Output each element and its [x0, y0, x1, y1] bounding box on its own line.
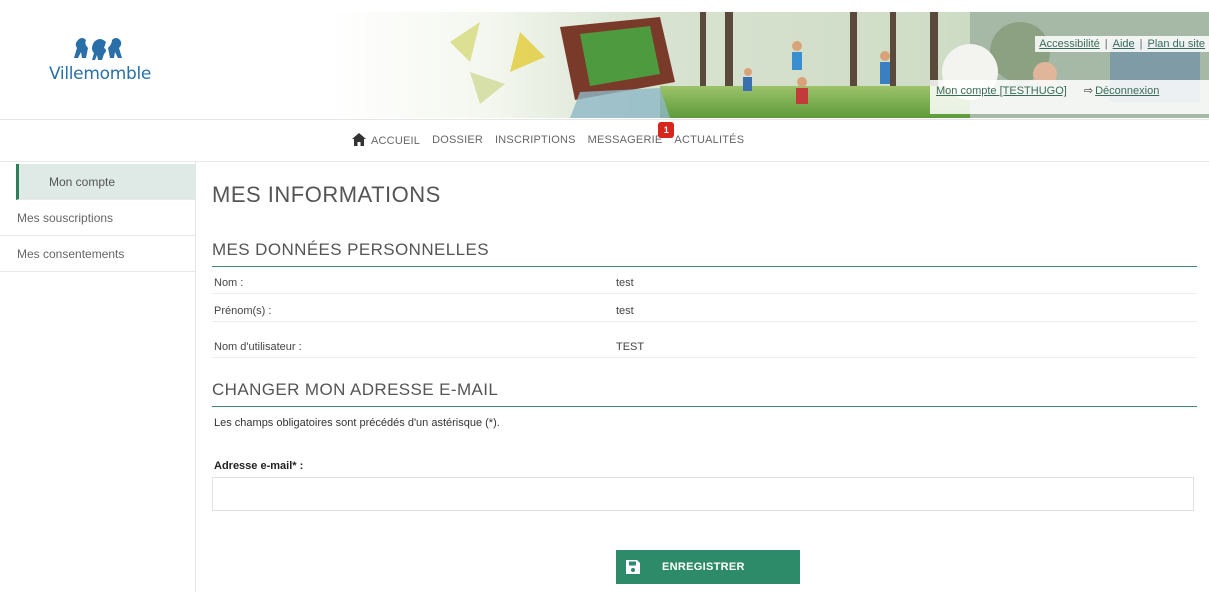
logout-icon: ⇨ [1083, 85, 1094, 97]
sitemap-link[interactable]: Plan du site [1148, 38, 1205, 50]
field-row-username: Nom d'utilisateur : TEST [212, 336, 1197, 358]
account-sidebar: Mon compte Mes souscriptions Mes consent… [0, 162, 196, 592]
required-fields-note: Les champs obligatoires sont précédés d'… [214, 417, 500, 429]
logo-text: Villemomble [48, 64, 152, 84]
sidebar-item-mes-consentements[interactable]: Mes consentements [0, 236, 195, 272]
accessibility-link[interactable]: Accessibilité [1039, 38, 1100, 50]
utility-links: Accessibilité | Aide | Plan du site [1035, 36, 1209, 52]
personal-data-section-title: MES DONNÉES PERSONNELLES [212, 240, 1197, 267]
sidebar-item-mon-compte[interactable]: Mon compte [16, 164, 195, 200]
nav-item-accueil[interactable]: ACCUEIL [352, 133, 420, 147]
logout-wrapper: ⇨ Déconnexion [1084, 85, 1159, 97]
page-title: MES INFORMATIONS [212, 182, 441, 207]
email-label: Adresse e-mail* : [214, 460, 304, 472]
nav-item-messagerie[interactable]: MESSAGERIE 1 [587, 122, 675, 146]
field-label-username: Nom d'utilisateur : [214, 341, 302, 353]
message-count-badge: 1 [658, 122, 675, 138]
nav-item-inscriptions[interactable]: INSCRIPTIONS [495, 134, 576, 146]
main-nav: ACCUEIL DOSSIER INSCRIPTIONS MESSAGERIE … [0, 120, 1209, 162]
email-section-title: CHANGER MON ADRESSE E-MAIL [212, 380, 1197, 407]
save-button-label: ENREGISTRER [662, 561, 745, 573]
field-value-prenom: test [616, 305, 634, 317]
site-logo[interactable]: Villemomble [45, 36, 155, 92]
home-icon [352, 133, 366, 146]
separator: | [1139, 38, 1143, 50]
field-value-nom: test [616, 277, 634, 289]
main-content: MES INFORMATIONS MES DONNÉES PERSONNELLE… [212, 162, 1209, 592]
site-header: Villemomble Accessibilité | Aide | Plan … [0, 0, 1209, 120]
logo-emblem-icon [74, 38, 122, 60]
my-account-link[interactable]: Mon compte [TESTHUGO] [936, 85, 1067, 97]
sidebar-item-mes-souscriptions[interactable]: Mes souscriptions [0, 200, 195, 236]
nav-item-actualites[interactable]: ACTUALITÉS [674, 134, 744, 146]
logout-link[interactable]: Déconnexion [1095, 85, 1159, 97]
nav-item-dossier[interactable]: DOSSIER [432, 134, 483, 146]
nav-items: ACCUEIL DOSSIER INSCRIPTIONS MESSAGERIE … [352, 122, 756, 147]
field-value-username: TEST [616, 341, 645, 353]
email-input[interactable] [212, 477, 1194, 511]
nav-label-messagerie: MESSAGERIE [587, 134, 663, 146]
separator: | [1104, 38, 1108, 50]
account-links: Mon compte [TESTHUGO] ⇨ Déconnexion [930, 80, 1209, 114]
floppy-disk-icon [626, 560, 640, 574]
help-link[interactable]: Aide [1113, 38, 1135, 50]
field-label-prenom: Prénom(s) : [214, 305, 272, 317]
field-label-nom: Nom : [214, 277, 244, 289]
field-row-prenom: Prénom(s) : test [212, 300, 1197, 322]
field-row-nom: Nom : test [212, 272, 1197, 294]
nav-label-accueil: ACCUEIL [371, 135, 421, 147]
save-button[interactable]: ENREGISTRER [616, 550, 800, 584]
